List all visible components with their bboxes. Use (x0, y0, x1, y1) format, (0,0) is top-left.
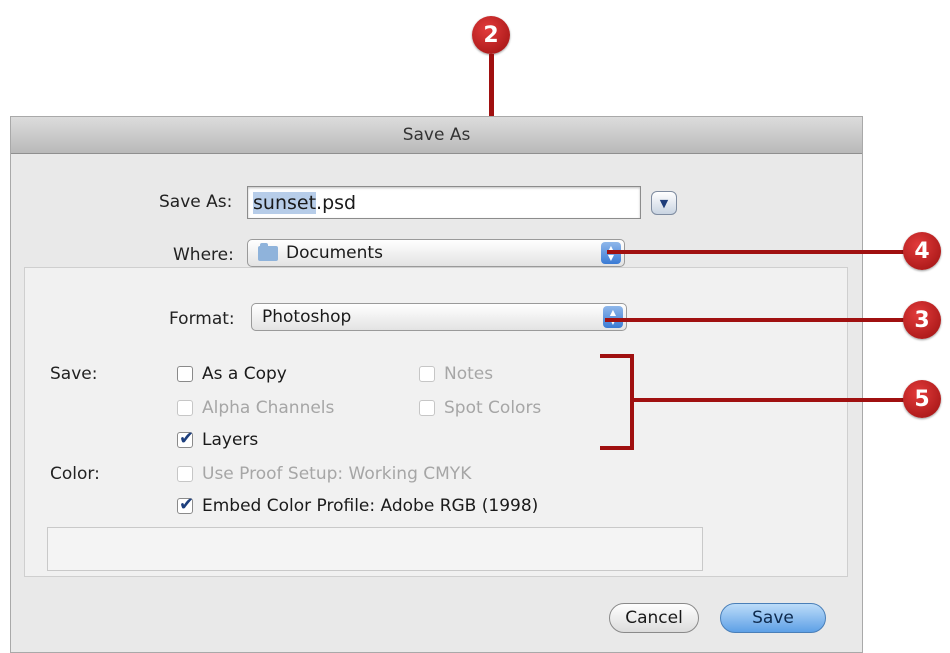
filename-extension: .psd (316, 191, 357, 214)
notes-checkbox[interactable]: Notes (419, 364, 493, 384)
callout-2: 2 (472, 16, 510, 54)
filename-selected-text: sunset (253, 191, 317, 214)
callout-3-line (605, 318, 907, 322)
where-popup[interactable]: Documents ▲ ▼ (247, 239, 625, 267)
checkbox-box (177, 466, 193, 482)
embed-color-profile-checkbox[interactable]: ✔ Embed Color Profile: Adobe RGB (1998) (177, 494, 539, 516)
layers-checkbox[interactable]: ✔ Layers (177, 428, 259, 450)
save-section-label: Save: (50, 364, 98, 384)
warning-message-area (47, 527, 703, 571)
checkmark-icon: ✔ (179, 494, 195, 515)
checkbox-box (419, 400, 435, 416)
expand-dialog-button[interactable]: ▼ (651, 191, 677, 215)
format-popup[interactable]: Photoshop ▲▼ (251, 303, 627, 331)
callout-3: 3 (903, 301, 941, 339)
checkbox-box (419, 366, 435, 382)
color-section-label: Color: (50, 464, 100, 484)
callout-4: 4 (903, 232, 941, 270)
notes-label: Notes (444, 364, 494, 384)
save-button[interactable]: Save (720, 603, 826, 633)
spot-colors-label: Spot Colors (444, 398, 542, 418)
as-a-copy-checkbox[interactable]: As a Copy (177, 364, 287, 384)
alpha-channels-checkbox[interactable]: Alpha Channels (177, 398, 334, 418)
checkbox-box: ✔ (177, 494, 194, 515)
filename-field[interactable]: sunset .psd (247, 186, 641, 219)
callout-5-bracket-top (600, 354, 634, 358)
alpha-channels-label: Alpha Channels (202, 398, 335, 418)
use-proof-setup-label: Use Proof Setup: Working CMYK (202, 464, 472, 484)
save-as-label: Save As: (159, 192, 233, 212)
cancel-button[interactable]: Cancel (609, 603, 699, 633)
callout-5-bracket-bottom (600, 446, 634, 450)
embed-color-profile-label: Embed Color Profile: Adobe RGB (1998) (202, 496, 539, 516)
layers-label: Layers (202, 430, 259, 450)
checkbox-box (177, 400, 193, 416)
checkbox-box (177, 366, 193, 382)
callout-5-bracket-side (630, 354, 634, 450)
callout-5-line (634, 398, 906, 402)
folder-icon (258, 242, 278, 261)
where-value: Documents (286, 243, 383, 263)
spot-colors-checkbox[interactable]: Spot Colors (419, 398, 541, 418)
use-proof-setup-checkbox[interactable]: Use Proof Setup: Working CMYK (177, 464, 471, 484)
where-label: Where: (173, 245, 234, 265)
dialog-title: Save As (11, 117, 862, 154)
checkbox-box: ✔ (177, 428, 194, 449)
format-value: Photoshop (262, 307, 352, 327)
up-down-arrows-icon: ▲▼ (603, 306, 623, 328)
callout-4-line (607, 250, 907, 254)
as-a-copy-label: As a Copy (202, 364, 287, 384)
save-as-dialog: Save As Save As: sunset .psd ▼ Where: Doc… (10, 116, 863, 653)
callout-5: 5 (903, 380, 941, 418)
format-label: Format: (169, 309, 235, 329)
chevron-down-icon: ▼ (659, 196, 669, 210)
checkmark-icon: ✔ (179, 428, 195, 449)
